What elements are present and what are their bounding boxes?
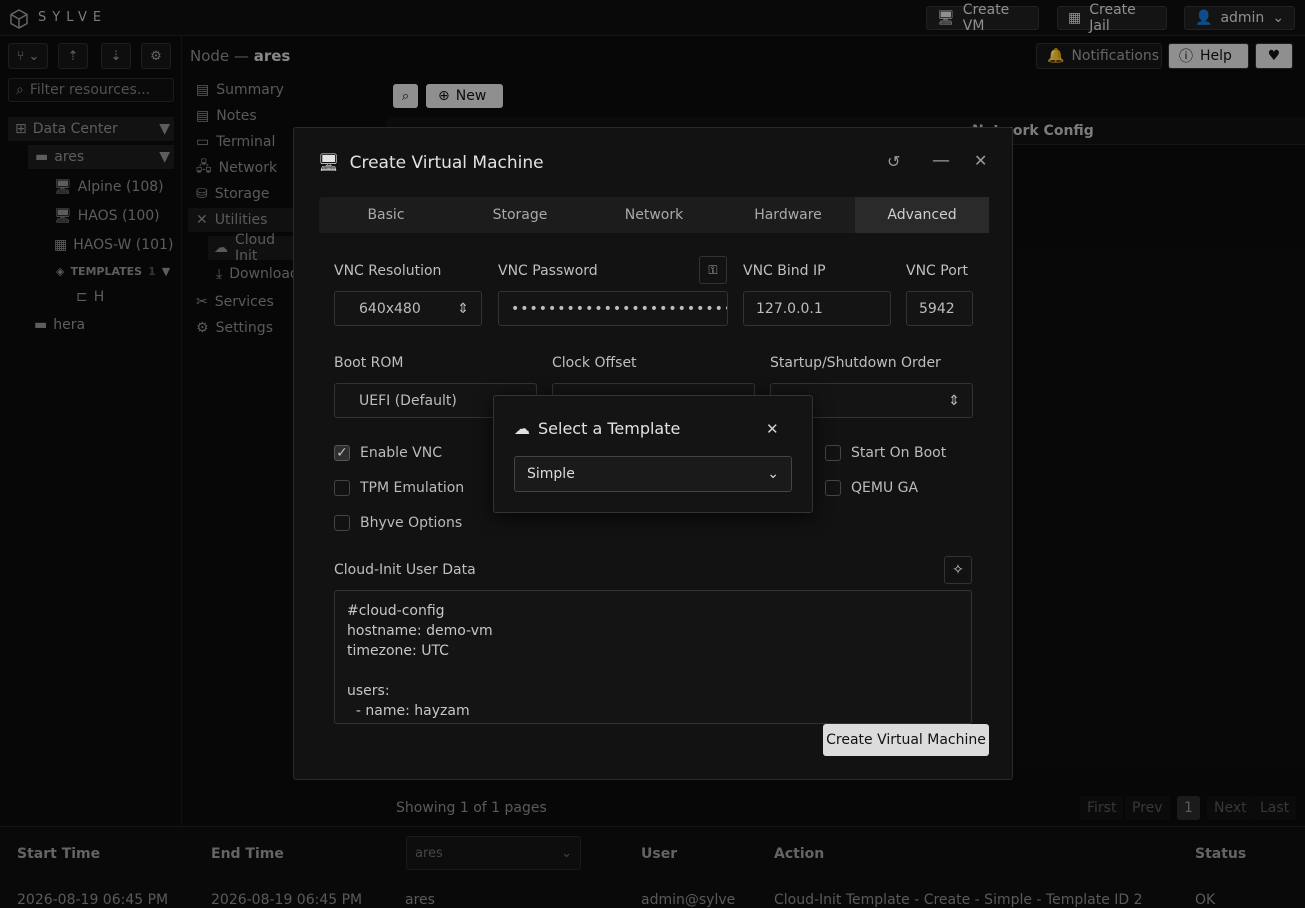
boot-rom-label: Boot ROM: [334, 355, 404, 371]
vnc-bind-label: VNC Bind IP: [743, 263, 826, 279]
startup-order-label: Startup/Shutdown Order: [770, 355, 941, 371]
close-icon[interactable]: ✕: [766, 420, 779, 438]
updown-icon: ⇕: [457, 300, 469, 317]
tab-storage[interactable]: Storage: [453, 197, 587, 233]
monitor-icon: 🖥: [318, 153, 340, 173]
cloud-init-textarea[interactable]: #cloud-config hostname: demo-vm timezone…: [334, 590, 972, 724]
updown-icon: ⇕: [948, 392, 960, 409]
vnc-resolution-label: VNC Resolution: [334, 263, 442, 279]
cloud-upload-icon: ☁: [514, 419, 530, 438]
tab-advanced[interactable]: Advanced: [855, 197, 989, 233]
dialog-title: ☁ Select a Template: [514, 419, 681, 438]
modal-tabs: Basic Storage Network Hardware Advanced: [319, 197, 989, 233]
check-icon: ✓: [334, 445, 350, 461]
sparkle-icon[interactable]: ✧: [944, 556, 972, 584]
bhyve-options-checkbox[interactable]: Bhyve Options: [334, 515, 462, 531]
tpm-emulation-checkbox[interactable]: TPM Emulation: [334, 480, 464, 496]
clock-offset-label: Clock Offset: [552, 355, 637, 371]
cloud-init-label: Cloud-Init User Data: [334, 562, 476, 578]
qemu-ga-checkbox[interactable]: QEMU GA: [825, 480, 918, 496]
undo-icon[interactable]: ↺: [887, 152, 900, 171]
enable-vnc-checkbox[interactable]: ✓ Enable VNC: [334, 445, 442, 461]
vnc-password-input[interactable]: ••••••••••••••••••••••••: [498, 291, 728, 326]
vnc-bind-input[interactable]: 127.0.0.1: [743, 291, 891, 326]
select-template-dialog: ☁ Select a Template ✕ Simple ⌄: [493, 395, 813, 513]
vnc-resolution-select[interactable]: 640x480 ⇕: [334, 291, 482, 326]
vnc-password-label: VNC Password: [498, 263, 598, 279]
key-icon[interactable]: ⚿: [699, 256, 727, 284]
tab-basic[interactable]: Basic: [319, 197, 453, 233]
tab-network[interactable]: Network: [587, 197, 721, 233]
modal-title: 🖥 Create Virtual Machine: [318, 153, 544, 173]
template-select[interactable]: Simple ⌄: [514, 456, 792, 492]
start-on-boot-checkbox[interactable]: Start On Boot: [825, 445, 946, 461]
tab-hardware[interactable]: Hardware: [721, 197, 855, 233]
chevron-down-icon: ⌄: [767, 466, 779, 482]
vnc-port-input[interactable]: 5942: [906, 291, 973, 326]
vnc-port-label: VNC Port: [906, 263, 969, 279]
create-vm-submit-button[interactable]: Create Virtual Machine: [823, 724, 989, 756]
close-icon[interactable]: ✕: [974, 151, 987, 170]
minimize-icon[interactable]: —: [932, 150, 950, 171]
